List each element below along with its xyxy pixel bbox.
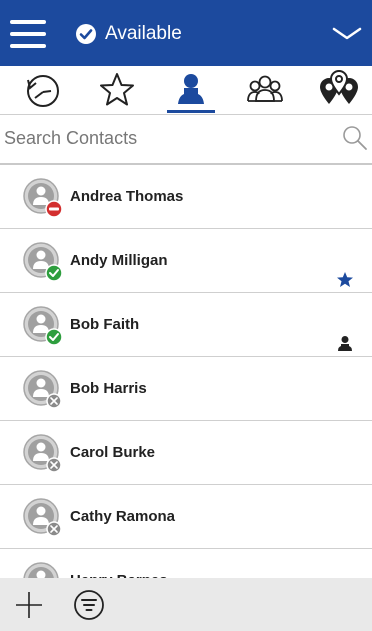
plus-icon[interactable] xyxy=(14,590,44,620)
status-label: Available xyxy=(105,23,182,44)
tab-recent[interactable] xyxy=(6,66,80,114)
filter-icon[interactable] xyxy=(73,589,105,621)
search-bar xyxy=(0,115,372,165)
map-pin-icon xyxy=(320,70,358,104)
search-input[interactable] xyxy=(0,115,334,161)
contact-list: Andrea Thomas Andy Milligan Bob Faith Bob H… xyxy=(0,165,372,578)
person-icon xyxy=(338,336,352,351)
contact-row[interactable]: Cathy Ramona xyxy=(0,485,372,549)
clock-history-icon xyxy=(27,75,59,107)
contact-row[interactable]: Henry Barnes xyxy=(0,549,372,578)
contact-name: Bob Harris xyxy=(70,380,147,397)
avatar xyxy=(23,434,62,473)
contact-name: Andrea Thomas xyxy=(70,188,184,205)
contact-row[interactable]: Andrea Thomas xyxy=(0,165,372,229)
avatar xyxy=(23,306,63,346)
person-icon xyxy=(178,74,204,104)
tab-locations[interactable] xyxy=(302,66,372,114)
chevron-down-icon[interactable] xyxy=(332,22,362,44)
contact-row[interactable]: Bob Faith xyxy=(0,293,372,357)
contact-name: Henry Barnes xyxy=(70,549,168,578)
contact-row[interactable]: Carol Burke xyxy=(0,421,372,485)
tab-bar xyxy=(0,66,372,115)
avatar xyxy=(23,370,62,409)
app-header: Available xyxy=(0,0,372,66)
star-outline-icon xyxy=(100,73,134,106)
active-tab-indicator xyxy=(167,110,215,113)
tab-groups[interactable] xyxy=(228,66,302,114)
contact-name: Cathy Ramona xyxy=(70,508,176,525)
avatar xyxy=(23,562,59,578)
hamburger-menu-icon[interactable] xyxy=(10,20,46,48)
avatar xyxy=(23,242,63,282)
star-icon xyxy=(337,272,353,287)
contact-name: Andy Milligan xyxy=(70,252,168,269)
contact-name: Bob Faith xyxy=(70,316,140,333)
avatar xyxy=(23,178,63,218)
tab-favorites[interactable] xyxy=(80,66,154,114)
search-icon[interactable] xyxy=(342,125,368,151)
bottom-toolbar xyxy=(0,578,372,631)
contact-row[interactable]: Bob Harris xyxy=(0,357,372,421)
contact-name: Carol Burke xyxy=(70,444,156,461)
tab-contacts[interactable] xyxy=(154,66,228,114)
contact-row[interactable]: Andy Milligan xyxy=(0,229,372,293)
avatar xyxy=(23,498,62,537)
group-icon xyxy=(247,75,283,102)
presence-status-selector[interactable]: Available xyxy=(75,20,182,48)
check-circle-icon xyxy=(76,24,96,44)
